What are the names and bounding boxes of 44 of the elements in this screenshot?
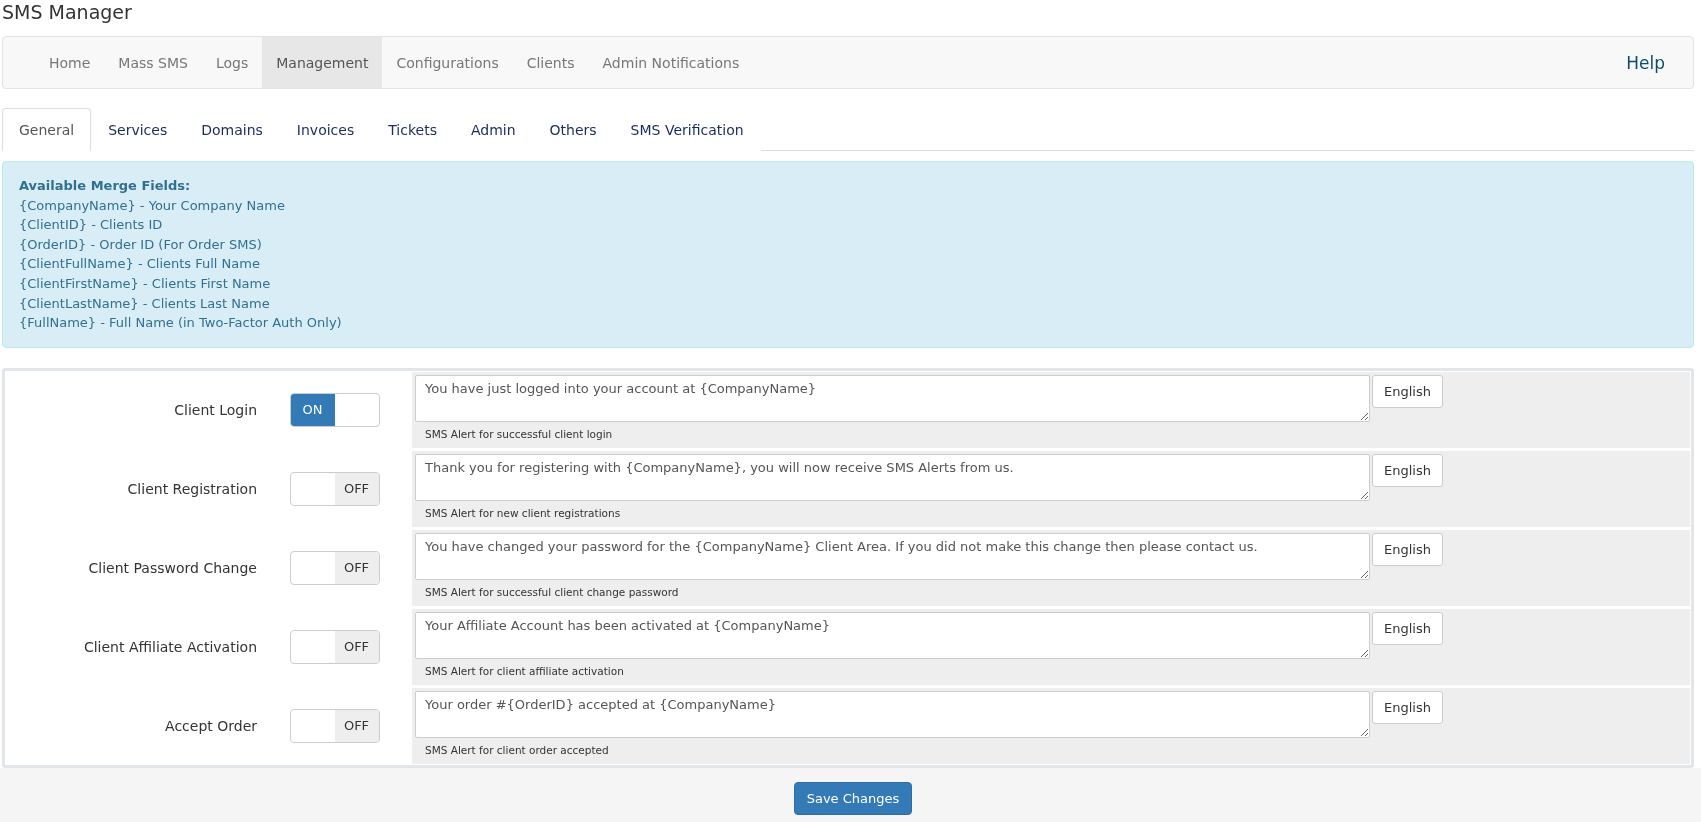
help-link[interactable]: Help (1626, 37, 1665, 88)
message-field[interactable]: Thank you for registering with {CompanyName}, you will now receive SMS Alerts from us. (415, 453, 1370, 501)
language-button[interactable]: English (1372, 532, 1443, 566)
alert-hint: SMS Alert for new client registrations (425, 506, 622, 519)
alert-label: Client Password Change (87, 559, 257, 576)
alert-label: Client Login (173, 401, 257, 418)
page-title: SMS Manager (2, 0, 133, 24)
save-button[interactable]: Save Changes (793, 781, 913, 815)
nav-item[interactable]: Admin Notifications (588, 37, 754, 88)
merge-field-line: {ClientFullName} - Clients Full Name (19, 255, 261, 274)
merge-field-line: {CompanyName} - Your Company Name (19, 196, 286, 215)
merge-field-line: {ClientID} - Clients ID (19, 216, 164, 235)
message-field[interactable]: Your order #{OrderID} accepted at {CompanyName} (415, 690, 1370, 738)
alert-label: Accept Order (164, 717, 257, 734)
alert-hint: SMS Alert for successful client login (425, 427, 614, 440)
language-button[interactable]: English (1372, 690, 1443, 724)
toggle-switch[interactable]: OFF (289, 471, 380, 506)
merge-field-line: {ClientLastName} - Clients Last Name (19, 294, 271, 313)
merge-field-line: {OrderID} - Order ID (For Order SMS) (19, 235, 263, 254)
alert-hint: SMS Alert for successful client change password (425, 585, 680, 598)
nav-item[interactable]: Logs (201, 37, 263, 88)
message-field[interactable]: You have just logged into your account at {CompanyName} (415, 374, 1370, 422)
merge-fields-title: Available Merge Fields: (19, 177, 192, 195)
tab[interactable]: General (2, 108, 92, 151)
language-button[interactable]: English (1372, 453, 1443, 487)
merge-field-line: {FullName} - Full Name (in Two-Factor Auth Only) (19, 314, 343, 333)
alert-label: Client Affiliate Activation (82, 638, 257, 655)
toggle-switch[interactable]: OFF (289, 708, 380, 743)
alert-hint: SMS Alert for client order accepted (425, 743, 610, 756)
language-button[interactable]: English (1372, 374, 1443, 408)
nav-item[interactable]: Management (262, 37, 383, 88)
message-field[interactable]: You have changed your password for the {CompanyName} Client Area. If you did not make this change then please contact us. (415, 532, 1370, 580)
toggle-switch[interactable]: OFF (289, 629, 380, 664)
nav-item[interactable]: Mass SMS (104, 37, 202, 88)
language-button[interactable]: English (1372, 611, 1443, 645)
alert-label: Client Registration (126, 480, 257, 497)
nav-item[interactable]: Clients (512, 37, 589, 88)
message-field[interactable]: Your Affiliate Account has been activated at {CompanyName} (415, 611, 1370, 659)
alert-hint: SMS Alert for client affiliate activation (425, 664, 625, 677)
toggle-switch[interactable]: ON (289, 392, 380, 427)
nav-item[interactable]: Home (35, 37, 105, 88)
merge-field-line: {ClientFirstName} - Clients First Name (19, 274, 272, 293)
toggle-switch[interactable]: OFF (289, 550, 380, 585)
nav-item[interactable]: Configurations (382, 37, 513, 88)
